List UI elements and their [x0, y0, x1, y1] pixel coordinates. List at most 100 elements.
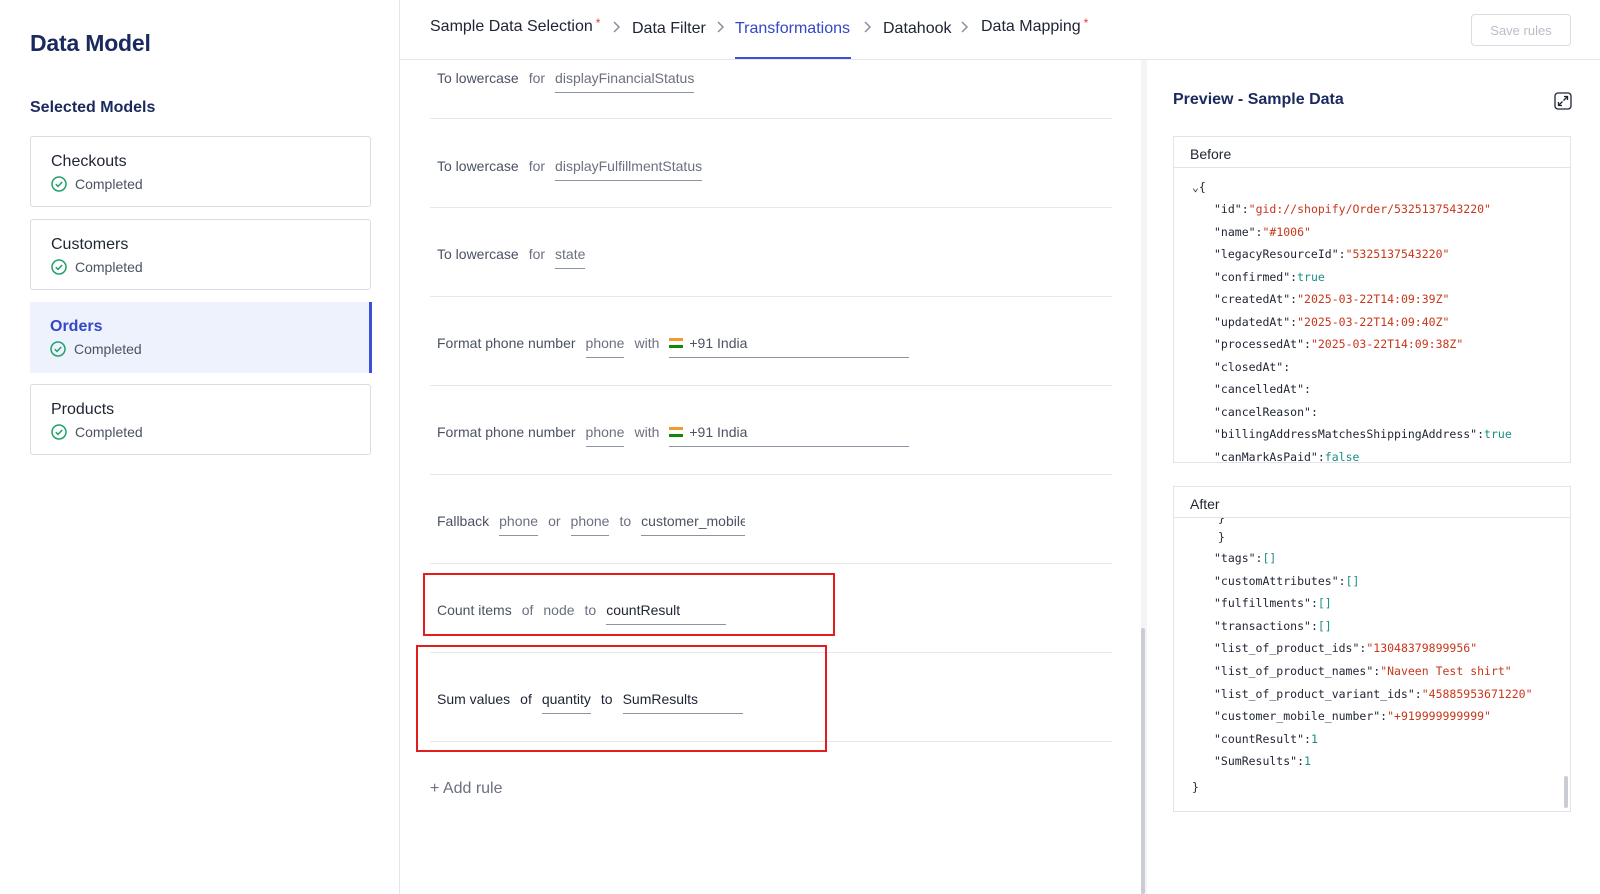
rule-type-label: To lowercase	[437, 70, 519, 86]
sidebar-title: Data Model	[30, 30, 151, 56]
model-card-checkouts[interactable]: Checkouts Completed	[30, 136, 371, 207]
status-text: Completed	[75, 424, 143, 440]
before-panel: Before ⌄{ "id":"gid://shopify/Order/5325…	[1173, 136, 1571, 463]
check-circle-icon	[51, 259, 67, 275]
json-line: "customer_mobile_number":"+919999999999"	[1214, 709, 1491, 724]
status-text: Completed	[75, 176, 143, 192]
step-label: Sample Data Selection	[430, 18, 593, 35]
json-value: 1	[1304, 754, 1311, 769]
rule-connector: for	[528, 158, 546, 174]
rule-row[interactable]: To lowercase for displayFinancialStatus	[430, 60, 1112, 119]
rule-row[interactable]: Format phone number phone with +91 India	[430, 386, 1112, 475]
json-key: "SumResults"	[1214, 754, 1298, 769]
rule-row[interactable]: Format phone number phone with +91 India	[430, 297, 1112, 386]
json-line: "list_of_product_names":"Naveen Test shi…	[1214, 664, 1512, 678]
field-select[interactable]: displayFulfillmentStatus	[555, 156, 703, 181]
field-select[interactable]: state	[555, 244, 586, 269]
rule-content: Format phone number phone with +91 India	[437, 333, 910, 358]
country-code-select[interactable]: +91 India	[669, 422, 910, 447]
field-select[interactable]: phone	[570, 511, 610, 536]
rule-row[interactable]: Fallback phone or phone to	[430, 475, 1112, 564]
json-line: "closedAt":	[1214, 359, 1291, 374]
model-name: Customers	[51, 236, 129, 253]
json-value: "2025-03-22T14:09:39Z"	[1297, 292, 1450, 306]
before-json[interactable]: ⌄{ "id":"gid://shopify/Order/53251375432…	[1174, 168, 1570, 462]
rule-row[interactable]: To lowercase for displayFulfillmentStatu…	[430, 119, 1112, 208]
model-name: Orders	[50, 318, 103, 335]
json-value: "2025-03-22T14:09:40Z"	[1297, 314, 1450, 329]
json-truncated-line: }	[1218, 518, 1225, 525]
after-scrollbar[interactable]	[1564, 776, 1568, 808]
status-text: Completed	[74, 341, 142, 357]
rule-type-label: Format phone number	[437, 335, 576, 351]
save-rules-button[interactable]: Save rules	[1471, 14, 1571, 46]
step-transformations[interactable]: Transformations	[735, 20, 850, 38]
field-select[interactable]: phone	[585, 422, 625, 447]
model-card-orders[interactable]: Orders Completed	[30, 302, 372, 373]
json-open-brace: ⌄{	[1192, 180, 1206, 194]
json-line: "confirmed":true	[1214, 269, 1325, 284]
json-key: "billingAddressMatchesShippingAddress"	[1214, 427, 1478, 441]
highlight-sum-rule	[416, 645, 827, 752]
rule-type-label: Fallback	[437, 513, 490, 529]
expand-icon[interactable]	[1554, 92, 1572, 110]
model-card-customers[interactable]: Customers Completed	[30, 219, 371, 290]
model-status: Completed	[51, 259, 143, 275]
json-line: "list_of_product_variant_ids":"458859536…	[1214, 686, 1533, 701]
json-line: "id":"gid://shopify/Order/5325137543220"	[1214, 202, 1491, 216]
json-line: "countResult":1	[1214, 731, 1318, 746]
country-code-select[interactable]: +91 India	[669, 333, 910, 358]
json-line: "canMarkAsPaid":false	[1214, 449, 1360, 463]
check-circle-icon	[51, 176, 67, 192]
output-field-input[interactable]	[641, 511, 746, 536]
step-data-mapping[interactable]: Data Mapping *	[981, 16, 1089, 36]
json-key: "list_of_product_ids"	[1214, 641, 1360, 656]
model-status: Completed	[51, 424, 143, 440]
step-sample-data-selection[interactable]: Sample Data Selection *	[430, 16, 601, 36]
check-circle-icon	[51, 424, 67, 440]
rule-content: Fallback phone or phone to	[437, 511, 746, 536]
india-flag-icon	[669, 338, 684, 348]
json-key: "canMarkAsPaid"	[1214, 449, 1318, 463]
rule-connector: for	[528, 70, 546, 86]
model-card-products[interactable]: Products Completed	[30, 384, 371, 455]
required-marker: *	[1083, 16, 1089, 30]
json-value: 1	[1310, 731, 1318, 746]
add-rule-button[interactable]: + Add rule	[430, 780, 503, 798]
chevron-right-icon	[961, 21, 969, 33]
json-key: "legacyResourceId"	[1214, 247, 1339, 261]
rule-content: To lowercase for displayFinancialStatus	[437, 68, 695, 93]
json-key: "updatedAt"	[1214, 314, 1291, 329]
after-json[interactable]: } } "tags":[] "customAttributes":[] "fulfi…	[1174, 518, 1570, 811]
json-value: []	[1345, 573, 1360, 588]
json-line: "SumResults":1	[1214, 754, 1311, 769]
json-close-brace: }	[1218, 530, 1225, 544]
chevron-right-icon	[864, 21, 872, 33]
chevron-right-icon	[613, 21, 621, 33]
rule-connector: or	[548, 513, 561, 529]
field-select[interactable]: displayFinancialStatus	[555, 68, 695, 93]
json-value: "5325137543220"	[1345, 247, 1450, 261]
rules-scrollbar-thumb[interactable]	[1141, 628, 1145, 894]
step-data-filter[interactable]: Data Filter	[632, 20, 706, 38]
json-key: "customAttributes"	[1214, 573, 1339, 588]
step-datahook[interactable]: Datahook	[883, 20, 952, 38]
country-code-value: +91 India	[689, 424, 748, 440]
rule-connector: for	[528, 246, 546, 262]
step-label: Transformations	[735, 20, 850, 37]
rule-row[interactable]: To lowercase for state	[430, 208, 1112, 297]
field-select[interactable]: phone	[499, 511, 539, 536]
rule-type-label: To lowercase	[437, 246, 519, 262]
chevron-right-icon	[717, 21, 725, 33]
field-select[interactable]: phone	[585, 333, 625, 358]
step-label: Datahook	[883, 20, 952, 37]
json-key: "cancelReason"	[1214, 404, 1311, 419]
json-value: true	[1297, 269, 1325, 284]
json-line: "legacyResourceId":"5325137543220"	[1214, 247, 1450, 261]
json-value: false	[1324, 449, 1360, 463]
after-panel: After } } "tags":[] "customAttributes":[]…	[1173, 486, 1571, 812]
required-marker: *	[595, 16, 601, 30]
json-key: "processedAt"	[1214, 337, 1305, 351]
json-line: "tags":[]	[1214, 551, 1277, 565]
highlight-count-rule	[423, 573, 835, 636]
